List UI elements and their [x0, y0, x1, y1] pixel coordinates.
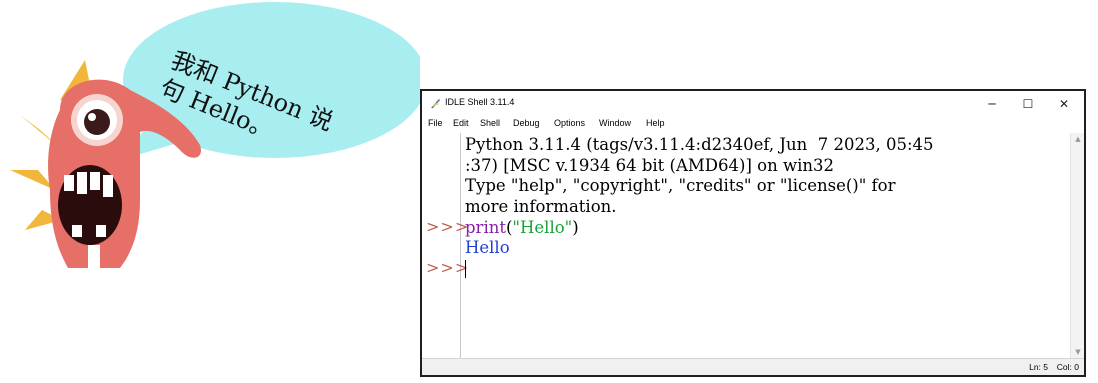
close-paren: ) — [572, 218, 579, 237]
shell-text-area[interactable]: Python 3.11.4 (tags/v3.11.4:d2340ef, Jun… — [462, 133, 1070, 358]
banner-line-2: :37) [MSC v.1934 64 bit (AMD64)] on win3… — [465, 156, 834, 175]
status-bar: Ln: 5 Col: 0 — [422, 358, 1084, 375]
maximize-button[interactable]: ☐ — [1010, 91, 1046, 117]
scroll-down-icon[interactable]: ▼ — [1071, 346, 1085, 358]
menu-bar: File Edit Shell Debug Options Window Hel… — [422, 117, 1084, 132]
menu-options[interactable]: Options — [554, 118, 585, 128]
scroll-up-icon[interactable]: ▲ — [1071, 133, 1085, 145]
title-bar[interactable]: IDLE Shell 3.11.4 ─ ☐ ✕ — [422, 91, 1084, 117]
menu-edit[interactable]: Edit — [453, 118, 469, 128]
banner-line-4: more information. — [465, 197, 617, 216]
banner-line-3: Type "help", "copyright", "credits" or "… — [465, 176, 896, 195]
menu-shell[interactable]: Shell — [480, 118, 500, 128]
text-cursor — [465, 260, 466, 278]
idle-shell-window: IDLE Shell 3.11.4 ─ ☐ ✕ File Edit Shell … — [420, 89, 1086, 377]
illustration: 我和 Python 说 句 Hello。 — [0, 0, 427, 300]
window-title: IDLE Shell 3.11.4 — [445, 97, 515, 107]
vertical-scrollbar[interactable]: ▲ ▼ — [1070, 133, 1084, 358]
prompt-gutter: >>> >>> — [422, 133, 468, 358]
banner-line-1: Python 3.11.4 (tags/v3.11.4:d2340ef, Jun… — [465, 135, 934, 154]
string-literal: "Hello" — [512, 218, 573, 237]
print-keyword: print — [465, 218, 506, 237]
output-line: Hello — [465, 238, 510, 257]
python-feather-icon — [431, 99, 440, 108]
menu-help[interactable]: Help — [646, 118, 665, 128]
status-column: Col: 0 — [1056, 362, 1079, 372]
menu-window[interactable]: Window — [599, 118, 631, 128]
close-button[interactable]: ✕ — [1046, 91, 1082, 117]
command-line: print("Hello") — [465, 218, 579, 237]
menu-debug[interactable]: Debug — [513, 118, 540, 128]
menu-file[interactable]: File — [428, 118, 443, 128]
minimize-button[interactable]: ─ — [974, 91, 1010, 117]
status-line: Ln: 5 — [1029, 362, 1048, 372]
